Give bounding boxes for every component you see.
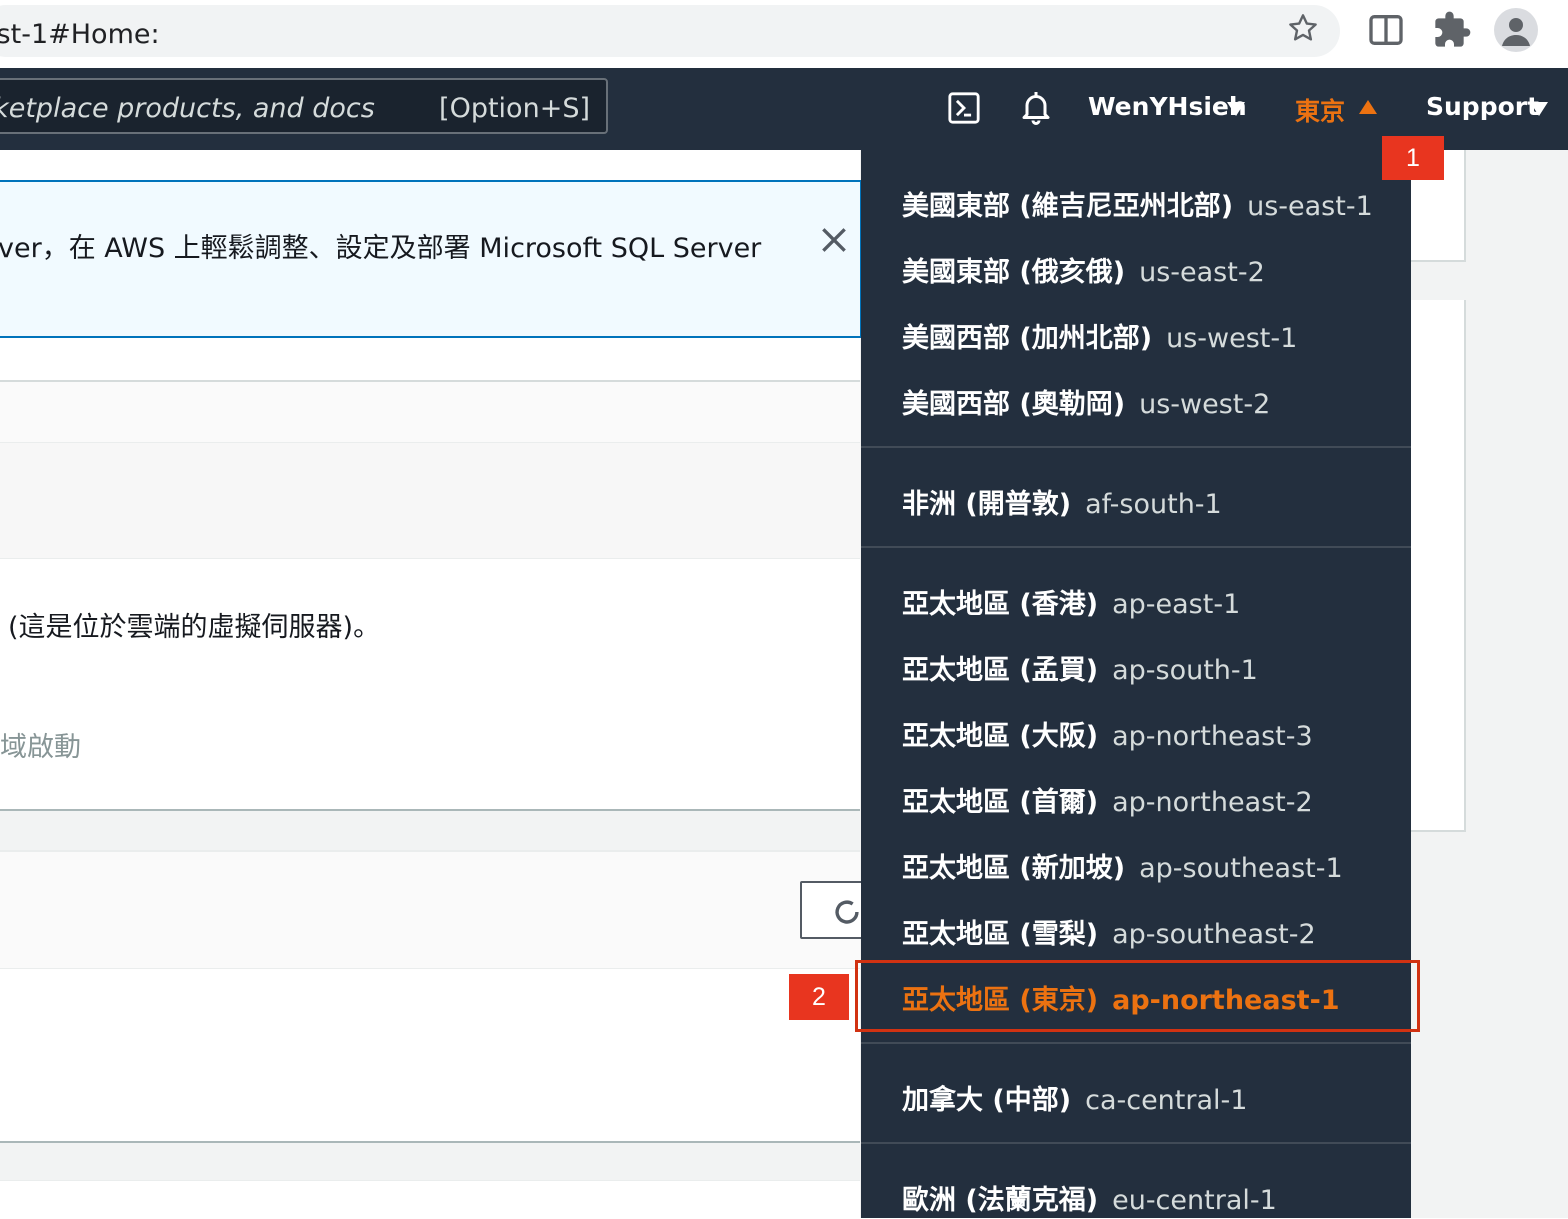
bottom-panel bbox=[0, 1180, 860, 1219]
info-alert: ver，在 AWS 上輕鬆調整、設定及部署 Microsoft SQL Serv… bbox=[0, 180, 862, 338]
profile-icon[interactable] bbox=[1494, 8, 1538, 52]
region-item-us-west-1[interactable]: 美國西部 (加州北部) us-west-1 bbox=[902, 316, 1297, 355]
status-panel-header bbox=[0, 850, 860, 970]
region-item-ap-east-1[interactable]: 亞太地區 (香港) ap-east-1 bbox=[902, 582, 1240, 621]
launch-hint-text: 域啟動 bbox=[0, 732, 81, 763]
close-icon[interactable] bbox=[818, 224, 850, 256]
region-item-ca-central-1[interactable]: 加拿大 (中部) ca-central-1 bbox=[902, 1078, 1247, 1117]
panel-spacer bbox=[0, 338, 860, 380]
aws-top-nav: rketplace products, and docs [Option+S] … bbox=[0, 68, 1568, 150]
annotation-highlight-box bbox=[855, 960, 1420, 1032]
launch-panel: (這是位於雲端的虛擬伺服器)。 域啟動 bbox=[0, 558, 860, 811]
panel-section bbox=[0, 442, 860, 559]
divider bbox=[861, 546, 1411, 548]
url-text: ast-1#Home: bbox=[0, 19, 160, 50]
refresh-icon bbox=[835, 900, 859, 924]
search-shortcut-hint: [Option+S] bbox=[439, 93, 590, 124]
region-item-af-south-1[interactable]: 非洲 (開普敦) af-south-1 bbox=[902, 482, 1222, 521]
divider bbox=[861, 1042, 1411, 1044]
user-chevron-down-icon[interactable] bbox=[1227, 102, 1245, 116]
region-item-ap-northeast-3[interactable]: 亞太地區 (大阪) ap-northeast-3 bbox=[902, 714, 1313, 753]
alert-message: ver，在 AWS 上輕鬆調整、設定及部署 Microsoft SQL Serv… bbox=[0, 233, 762, 264]
region-item-us-west-2[interactable]: 美國西部 (奧勒岡) us-west-2 bbox=[902, 382, 1270, 421]
user-menu[interactable]: WenYHsieh bbox=[1088, 92, 1247, 121]
region-item-ap-northeast-2[interactable]: 亞太地區 (首爾) ap-northeast-2 bbox=[902, 780, 1313, 819]
browser-toolbar: ast-1#Home: bbox=[0, 0, 1568, 69]
status-panel-body bbox=[0, 968, 860, 1143]
breadcrumb-area bbox=[0, 150, 860, 180]
annotation-marker-1: 1 bbox=[1382, 136, 1444, 180]
search-placeholder: rketplace products, and docs bbox=[0, 93, 375, 124]
search-input[interactable]: rketplace products, and docs [Option+S] bbox=[0, 78, 608, 134]
region-item-ap-southeast-1[interactable]: 亞太地區 (新加坡) ap-southeast-1 bbox=[902, 846, 1343, 885]
support-chevron-down-icon[interactable] bbox=[1530, 102, 1548, 116]
divider bbox=[861, 446, 1411, 448]
region-item-eu-central-1[interactable]: 歐洲 (法蘭克福) eu-central-1 bbox=[902, 1178, 1277, 1217]
region-item-ap-south-1[interactable]: 亞太地區 (孟買) ap-south-1 bbox=[902, 648, 1258, 687]
support-menu[interactable]: Support bbox=[1426, 92, 1539, 121]
divider bbox=[861, 1142, 1411, 1144]
region-selector[interactable]: 東京 bbox=[1295, 92, 1345, 128]
star-icon[interactable] bbox=[1287, 12, 1319, 44]
right-panel-middle bbox=[1410, 300, 1466, 832]
region-chevron-up-icon[interactable] bbox=[1359, 100, 1377, 114]
bell-icon[interactable] bbox=[1018, 89, 1054, 125]
address-bar[interactable]: ast-1#Home: bbox=[0, 5, 1340, 57]
panel-header bbox=[0, 380, 860, 442]
region-dropdown-menu: 美國東部 (維吉尼亞州北部) us-east-1 美國東部 (俄亥俄) us-eas… bbox=[861, 150, 1411, 1218]
reading-mode-icon[interactable] bbox=[1366, 10, 1406, 50]
extensions-icon[interactable] bbox=[1432, 10, 1472, 50]
region-item-ap-southeast-2[interactable]: 亞太地區 (雪梨) ap-southeast-2 bbox=[902, 912, 1316, 951]
region-item-us-east-2[interactable]: 美國東部 (俄亥俄) us-east-2 bbox=[902, 250, 1265, 289]
annotation-marker-2: 2 bbox=[789, 974, 849, 1020]
region-item-us-east-1[interactable]: 美國東部 (維吉尼亞州北部) us-east-1 bbox=[902, 184, 1373, 223]
cloudshell-icon[interactable] bbox=[947, 91, 981, 125]
description-text: (這是位於雲端的虛擬伺服器)。 bbox=[8, 612, 381, 643]
